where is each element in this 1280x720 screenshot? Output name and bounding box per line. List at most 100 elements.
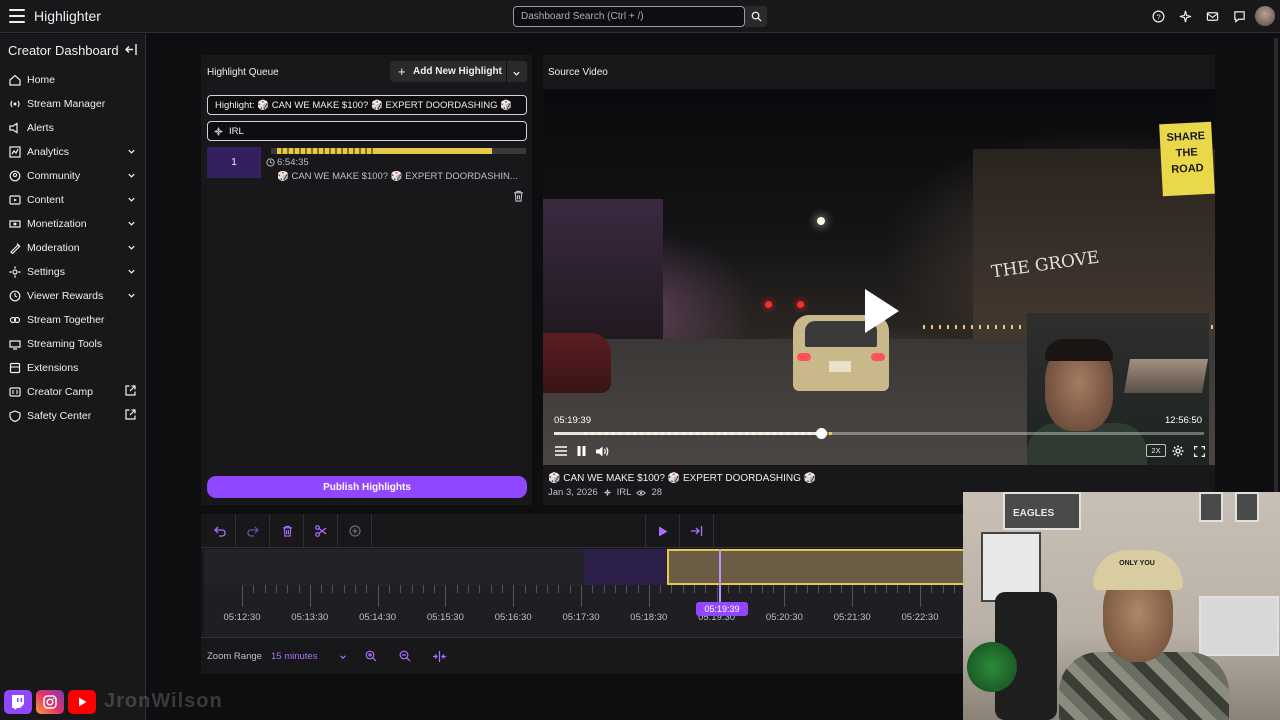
help-icon[interactable]: ? [1151, 9, 1165, 23]
clip-item[interactable]: 1 6:54:35 🎲 CAN WE MAKE $100? 🎲 EXPERT D… [207, 147, 527, 182]
publish-highlights-button[interactable]: Publish Highlights [207, 476, 527, 498]
delete-icon[interactable] [278, 522, 296, 540]
timeline-clip[interactable] [667, 549, 963, 585]
redo-icon[interactable] [244, 522, 262, 540]
timeline-ruler: 05:12:30 05:13:30 05:14:30 05:15:30 05:16:30… [204, 585, 963, 637]
collapse-icon[interactable] [125, 44, 137, 58]
fullscreen-icon[interactable] [1193, 444, 1205, 458]
add-new-highlight-label: Add New Highlight [413, 66, 502, 77]
sidebar-item-extensions[interactable]: Extensions [0, 356, 146, 380]
sidebar-item-creator-camp[interactable]: Creator Camp [0, 380, 146, 404]
sidebar-item-streaming-tools[interactable]: Streaming Tools [0, 332, 146, 356]
queue-title: Highlight Queue [207, 67, 279, 78]
chevron-down-icon [339, 653, 347, 664]
sidebar-item-label: Moderation [27, 242, 80, 254]
video-player[interactable]: SHARE THE ROAD THE GROVE 05:19:39 12:56:… [543, 89, 1215, 465]
timeline-tick-label: 05:17:30 [562, 612, 600, 623]
add-icon[interactable] [346, 522, 364, 540]
sidebar-item-label: Monetization [27, 218, 87, 230]
play-icon[interactable] [654, 522, 672, 540]
play-icon[interactable] [865, 289, 899, 333]
timeline-tick-label: 05:13:30 [291, 612, 329, 623]
chevron-down-icon[interactable] [512, 67, 521, 81]
zoom-out-icon[interactable] [397, 648, 413, 664]
current-time: 05:19:39 [554, 415, 591, 426]
timeline-footer: Zoom Range 15 minutes [201, 637, 963, 674]
whispers-icon[interactable] [1232, 9, 1246, 23]
sidebar-item-moderation[interactable]: Moderation [0, 236, 146, 260]
undo-icon[interactable] [211, 522, 229, 540]
magic-icon[interactable] [1178, 9, 1192, 23]
sidebar-item-label: Creator Camp [27, 386, 93, 398]
chevron-down-icon [127, 193, 136, 207]
clip-title: 🎲 CAN WE MAKE $100? 🎲 EXPERT DOORDASHIN.… [277, 171, 527, 182]
pause-icon[interactable] [575, 444, 587, 458]
fit-timeline-icon[interactable] [431, 648, 447, 664]
highlight-title-field[interactable]: Highlight: 🎲 CAN WE MAKE $100? 🎲 EXPERT … [207, 95, 527, 115]
playback-speed[interactable]: 2X [1146, 444, 1166, 457]
sidebar-item-safety-center[interactable]: Safety Center [0, 404, 146, 428]
chevron-down-icon [127, 145, 136, 159]
creator-camp-icon [9, 386, 21, 398]
zoom-in-icon[interactable] [363, 648, 379, 664]
chevron-down-icon [127, 217, 136, 231]
sidebar-item-settings[interactable]: Settings [0, 260, 146, 284]
volume-icon[interactable] [595, 444, 609, 458]
monetization-icon [9, 218, 21, 230]
menu-icon[interactable] [9, 9, 25, 23]
timeline-track[interactable]: 05:12:30 05:13:30 05:14:30 05:15:30 05:16:30… [204, 549, 963, 637]
social-links [4, 690, 96, 714]
zoom-range-label: Zoom Range [207, 651, 262, 662]
alerts-icon [9, 122, 21, 134]
sidebar-item-monetization[interactable]: Monetization [0, 212, 146, 236]
sidebar-item-label: Analytics [27, 146, 70, 158]
search-input[interactable]: Dashboard Search (Ctrl + /) [513, 6, 745, 27]
sidebar-item-home[interactable]: Home [0, 68, 146, 92]
zoom-range-select[interactable]: 15 minutes [271, 651, 351, 662]
sidebar-item-label: Viewer Rewards [27, 290, 104, 302]
person-cap: ONLY YOU [1093, 550, 1183, 590]
views-icon [636, 489, 647, 496]
delete-clip-icon[interactable] [513, 190, 524, 205]
settings-icon[interactable] [1171, 444, 1184, 458]
inbox-icon[interactable] [1205, 9, 1219, 23]
clip-title-text: 🎲 CAN WE MAKE $100? 🎲 EXPERT DOORDASHIN.… [277, 171, 518, 182]
stream-meta: Jan 3, 2026 IRL 28 [548, 487, 662, 498]
plus-icon: + [398, 64, 406, 79]
chapters-icon[interactable] [554, 444, 568, 458]
progress-knob[interactable] [815, 428, 827, 439]
jump-end-icon[interactable] [688, 522, 706, 540]
content-icon [9, 194, 21, 206]
app-title: Highlighter [34, 8, 101, 24]
chevron-down-icon [127, 265, 136, 279]
top-bar: Highlighter Dashboard Search (Ctrl + /) … [0, 0, 1280, 33]
add-new-highlight-button[interactable]: + Add New Highlight [390, 61, 527, 82]
playhead-time: 05:19:39 [696, 602, 748, 616]
sidebar-item-alerts[interactable]: Alerts [0, 116, 146, 140]
sidebar-item-label: Alerts [27, 122, 54, 134]
eagles-poster: EAGLES [1003, 492, 1081, 530]
sidebar-item-analytics[interactable]: Analytics [0, 140, 146, 164]
sidebar-item-content[interactable]: Content [0, 188, 146, 212]
search-button[interactable] [745, 6, 767, 27]
youtube-icon [68, 690, 96, 714]
settings-icon [9, 266, 21, 278]
sidebar-item-label: Safety Center [27, 410, 92, 422]
sidebar-item-community[interactable]: Community [0, 164, 146, 188]
clip-duration: 6:54:35 [266, 157, 309, 168]
playhead[interactable] [719, 549, 721, 609]
sidebar-item-label: Stream Together [27, 314, 105, 326]
timeline-tick-label: 05:22:30 [901, 612, 939, 623]
svg-text:?: ? [1156, 12, 1160, 21]
avatar[interactable] [1255, 6, 1275, 26]
instagram-icon [36, 690, 64, 714]
sidebar-item-stream-together[interactable]: Stream Together [0, 308, 146, 332]
stream-views: 28 [651, 487, 663, 498]
sidebar-item-viewer-rewards[interactable]: Viewer Rewards [0, 284, 146, 308]
scissors-icon[interactable] [312, 522, 330, 540]
sidebar-item-stream-manager[interactable]: Stream Manager [0, 92, 146, 116]
video-progress-bar[interactable] [554, 428, 1204, 439]
timeline-tick-label: 05:21:30 [833, 612, 871, 623]
clip-number: 1 [207, 147, 261, 178]
category-field[interactable]: IRL [207, 121, 527, 141]
